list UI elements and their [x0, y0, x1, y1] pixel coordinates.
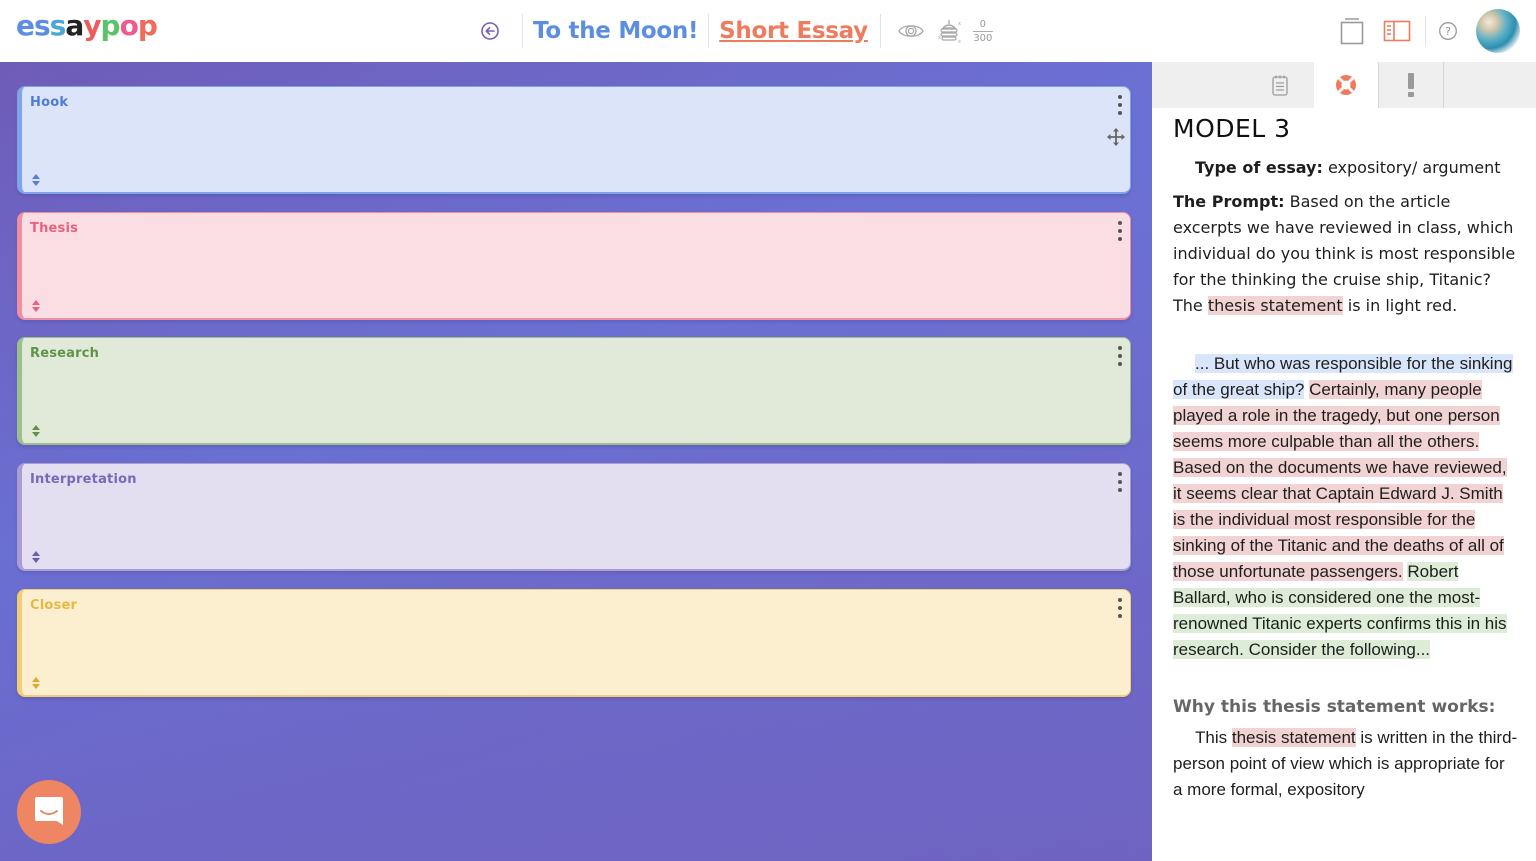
split-view-icon	[1383, 20, 1411, 42]
svg-text:x: x	[958, 21, 961, 27]
lifebuoy-icon	[1336, 75, 1356, 95]
tab-help[interactable]	[1314, 62, 1378, 108]
divider	[879, 14, 881, 48]
eye-icon	[898, 25, 924, 37]
help-button[interactable]: ?	[1438, 21, 1458, 41]
back-button[interactable]	[478, 19, 502, 43]
model-content: MODEL 3 Type of essay: expository/ argum…	[1173, 114, 1518, 803]
logo-letter: y	[83, 9, 101, 42]
top-header: essaypop To the Moon! Short Essay x x x …	[0, 0, 1536, 62]
split-view-button[interactable]	[1383, 19, 1411, 43]
move-icon[interactable]	[1106, 127, 1126, 151]
divider	[708, 14, 710, 48]
tab-alerts[interactable]	[1379, 62, 1443, 108]
why-text: This	[1195, 728, 1228, 747]
resize-handle-icon[interactable]	[30, 549, 42, 563]
section-label: Closer	[30, 598, 78, 613]
model-excerpt: ... But who was responsible for the sink…	[1173, 351, 1518, 663]
word-count: 0	[979, 18, 987, 30]
kebab-menu-icon[interactable]	[1116, 221, 1124, 241]
logo-letter: a	[65, 9, 84, 42]
essay-type-line: Type of essay: expository/ argument	[1173, 155, 1518, 181]
resize-handle-icon[interactable]	[30, 172, 42, 186]
chat-icon	[35, 797, 63, 825]
type-value: expository/ argument	[1327, 158, 1501, 177]
section-label: Thesis	[30, 221, 79, 236]
essaypop-logo[interactable]: essaypop	[16, 8, 158, 44]
kebab-menu-icon[interactable]	[1116, 598, 1124, 618]
document-title-bar: To the Moon! Short Essay x x x 0 300	[478, 12, 993, 50]
help-icon: ?	[1439, 22, 1457, 40]
word-limit: 300	[973, 32, 993, 44]
counter-divider	[972, 30, 993, 32]
user-avatar[interactable]	[1476, 9, 1520, 53]
section-label: Interpretation	[30, 472, 137, 487]
project-title[interactable]: To the Moon!	[533, 18, 698, 44]
stack-button[interactable]: x x x	[937, 18, 963, 44]
model-title: MODEL 3	[1173, 114, 1291, 143]
logo-letter: s	[49, 9, 67, 42]
prompt-paragraph: The Prompt: Based on the article excerpt…	[1173, 189, 1518, 319]
why-paragraph: This thesis statement is written in the …	[1173, 725, 1518, 803]
resize-handle-icon[interactable]	[30, 675, 42, 689]
excerpt-thesis: Certainly, many people played a role in …	[1173, 380, 1507, 581]
tab-notes[interactable]	[1246, 62, 1314, 108]
divider	[1425, 16, 1426, 46]
model-panel: MODEL 3 Type of essay: expository/ argum…	[1152, 62, 1536, 861]
logo-letter: o	[119, 9, 139, 42]
logo-letter: s	[34, 9, 51, 42]
chat-button[interactable]	[17, 780, 81, 844]
panel-tabs	[1152, 62, 1536, 108]
prompt-text-end: is in light red.	[1347, 296, 1458, 315]
section-interpretation[interactable]: Interpretation	[17, 463, 1131, 571]
section-thesis[interactable]: Thesis	[17, 212, 1131, 320]
why-heading: Why this thesis statement works:	[1173, 697, 1496, 717]
section-label: Hook	[30, 95, 69, 110]
preview-button[interactable]	[897, 21, 925, 41]
svg-text:x: x	[938, 35, 941, 41]
resize-handle-icon[interactable]	[30, 423, 42, 437]
svg-text:x: x	[958, 39, 961, 44]
essay-canvas: Hook Thesis Research Interpretation Closer	[0, 62, 1152, 861]
kebab-menu-icon[interactable]	[1116, 95, 1124, 115]
prompt-thesis-highlight: thesis statement	[1207, 296, 1343, 315]
prompt-label: The Prompt:	[1173, 192, 1285, 211]
kebab-menu-icon[interactable]	[1116, 346, 1124, 366]
single-page-icon	[1340, 18, 1364, 45]
back-arrow-icon	[481, 22, 499, 40]
essay-type-link[interactable]: Short Essay	[719, 18, 868, 44]
notepad-icon	[1272, 75, 1288, 96]
word-counter: 0 300	[972, 18, 993, 44]
divider	[522, 14, 523, 48]
tab-spacer	[1152, 62, 1246, 108]
section-label: Research	[30, 346, 100, 361]
section-hook[interactable]: Hook	[17, 86, 1131, 194]
kebab-menu-icon[interactable]	[1116, 472, 1124, 492]
logo-letter: p	[137, 9, 158, 42]
section-research[interactable]: Research	[17, 337, 1131, 445]
section-closer[interactable]: Closer	[17, 589, 1131, 697]
header-tools: ?	[1339, 0, 1536, 62]
tab-divider	[1443, 62, 1444, 108]
logo-letter: e	[16, 9, 35, 42]
resize-handle-icon[interactable]	[30, 298, 42, 312]
svg-text:?: ?	[1445, 25, 1451, 38]
why-thesis-highlight: thesis statement	[1231, 728, 1356, 747]
single-view-button[interactable]	[1339, 16, 1365, 46]
stack-icon: x x x	[938, 20, 961, 44]
exclamation-icon	[1408, 73, 1414, 97]
type-label: Type of essay:	[1195, 158, 1323, 177]
logo-letter: p	[100, 9, 121, 42]
